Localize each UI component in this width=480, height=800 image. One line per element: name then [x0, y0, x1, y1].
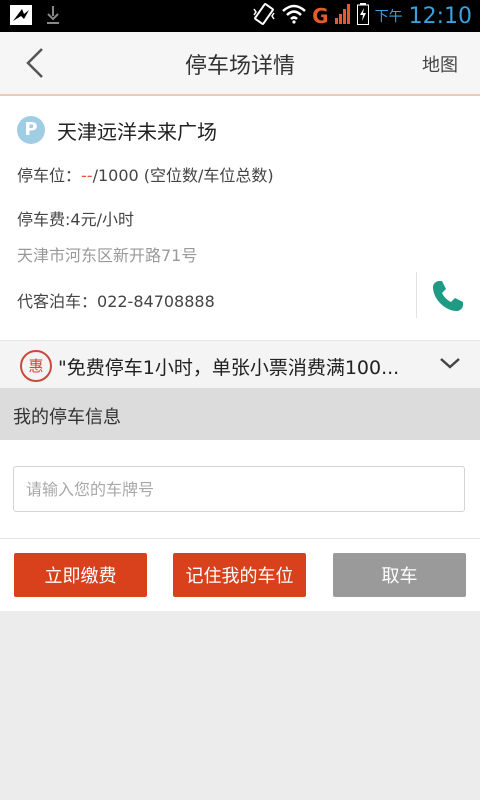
- plate-area: [0, 440, 480, 538]
- valet-label: 代客泊车：: [17, 292, 98, 311]
- remember-spot-button[interactable]: 记住我的车位: [173, 553, 306, 597]
- spots-total: /1000: [92, 166, 139, 185]
- download-icon: [46, 6, 60, 28]
- valet-line: 代客泊车：022-84708888: [17, 288, 215, 312]
- section-header: 我的停车信息: [0, 388, 480, 440]
- network-type: G: [312, 4, 329, 28]
- pay-now-button[interactable]: 立即缴费: [14, 553, 147, 597]
- call-button[interactable]: [430, 278, 466, 314]
- wifi-icon: [282, 4, 307, 28]
- promo-bar[interactable]: 惠 "免费停车1小时，单张小票消费满100...: [0, 340, 480, 389]
- spots-line: 停车位：--/1000 (空位数/车位总数): [17, 162, 274, 186]
- status-left: [10, 5, 60, 29]
- promo-text: "免费停车1小时，单张小票消费满100...: [58, 357, 400, 379]
- spots-note: (空位数/车位总数): [143, 166, 274, 185]
- valet-phone: 022-84708888: [97, 292, 215, 311]
- vibrate-icon: [252, 3, 276, 29]
- status-ampm: 下午: [374, 9, 403, 25]
- status-right: G 下午 12:10: [252, 3, 472, 29]
- map-button[interactable]: 地图: [422, 51, 458, 77]
- status-time: 12:10: [408, 3, 472, 29]
- parking-p-icon: P: [17, 116, 45, 144]
- battery-charging-icon: [356, 3, 369, 29]
- phone-divider: [416, 272, 417, 318]
- page-title: 停车场详情: [184, 54, 295, 79]
- spots-label: 停车位：: [17, 166, 82, 185]
- status-bar: G 下午 12:10: [0, 0, 480, 32]
- spots-free: --: [81, 166, 93, 185]
- action-buttons: 立即缴费 记住我的车位 取车: [0, 538, 480, 611]
- discount-badge-icon: 惠: [20, 350, 52, 382]
- fee-line: 停车费:4元/小时: [17, 210, 134, 229]
- section-title: 我的停车信息: [13, 407, 121, 428]
- chevron-down-icon: [440, 358, 460, 369]
- lot-info-card: P 天津远洋未来广场 停车位：--/1000 (空位数/车位总数) 停车费:4元…: [0, 96, 480, 340]
- pickup-car-button[interactable]: 取车: [333, 553, 466, 597]
- phone-icon: [433, 281, 463, 311]
- signal-icon: [334, 4, 351, 28]
- app-icon: [10, 5, 32, 29]
- lot-name: 天津远洋未来广场: [57, 120, 217, 144]
- title-bar: 停车场详情 地图: [0, 32, 480, 96]
- expand-promo-button[interactable]: [438, 353, 462, 373]
- address-line: 天津市河东区新开路71号: [17, 246, 198, 265]
- plate-number-input[interactable]: [13, 466, 465, 512]
